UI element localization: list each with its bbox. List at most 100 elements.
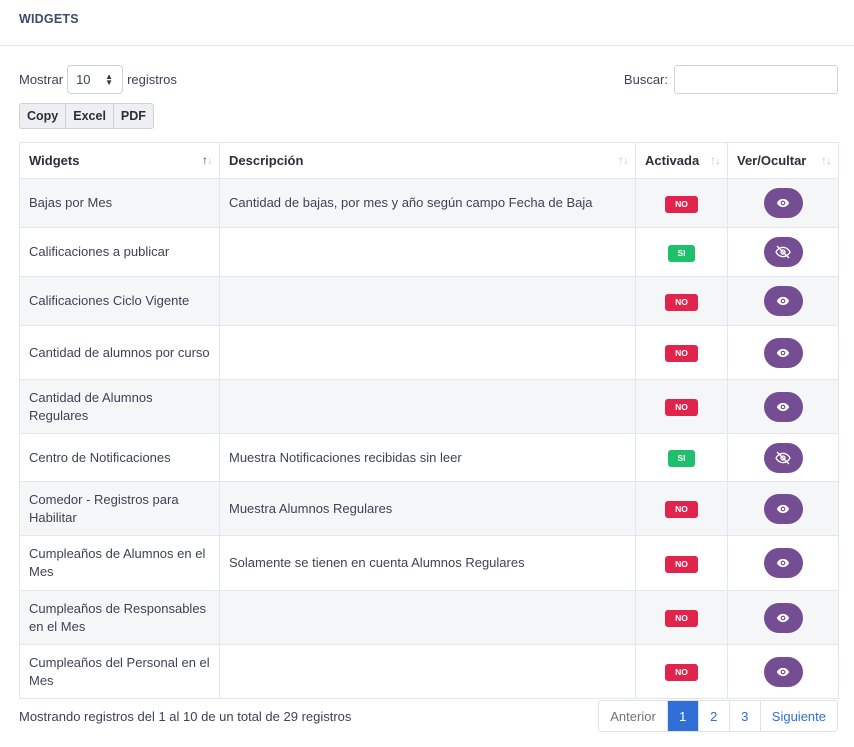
table-row: Cumpleaños del Personal en el Mes NO [19, 644, 839, 699]
ver-ocultar-cell [727, 227, 839, 277]
ver-ocultar-cell [727, 433, 839, 482]
pagination: Anterior 1 2 3 Siguiente [598, 700, 838, 732]
toggle-visibility-button[interactable] [763, 286, 803, 316]
status-badge: NO [665, 345, 698, 362]
widget-name-cell: Cumpleaños de Alumnos en el Mes [19, 535, 220, 591]
length-prefix: Mostrar [19, 72, 64, 87]
toggle-visibility-button[interactable] [763, 602, 803, 633]
status-badge: NO [665, 555, 698, 573]
eye-icon [776, 665, 790, 679]
column-header-label: Widgets [29, 153, 80, 168]
table-row: Cantidad de alumnos por curso NO [19, 325, 839, 380]
sort-icon: ↑↓ [618, 153, 629, 167]
toggle-visibility-button[interactable] [763, 493, 803, 524]
page-title: WIDGETS [19, 12, 79, 26]
column-header-widgets[interactable]: Widgets ↑↓ [19, 142, 220, 179]
toggle-visibility-button[interactable] [763, 548, 803, 578]
export-buttons: Copy Excel PDF [19, 103, 154, 129]
previous-page-button[interactable]: Anterior [599, 701, 667, 731]
eye-slash-icon [775, 450, 791, 466]
page-length-value: 10 [76, 72, 91, 87]
widget-name-cell: Cantidad de Alumnos Regulares [19, 379, 220, 434]
ver-ocultar-cell [727, 276, 839, 326]
status-badge: SI [668, 450, 695, 467]
next-page-button[interactable]: Siguiente [759, 701, 837, 731]
status-badge: NO [665, 399, 698, 416]
table-row: Cumpleaños de Alumnos en el Mes Solamente… [19, 535, 839, 591]
widget-description-cell: Muestra Alumnos Regulares [219, 481, 636, 536]
table-row: Bajas por Mes Cantidad de bajas, por mes … [19, 178, 839, 228]
widget-name-cell: Calificaciones a publicar [19, 227, 220, 277]
table-row: Calificaciones a publicar SI [19, 227, 839, 277]
widget-description-cell [219, 590, 636, 645]
activada-cell: NO [635, 535, 728, 591]
copy-button[interactable]: Copy [19, 103, 67, 129]
column-header-ver-ocultar[interactable]: Ver/Ocultar ↑↓ [727, 142, 839, 179]
eye-icon [776, 346, 790, 360]
widget-name-cell: Cumpleaños del Personal en el Mes [19, 644, 220, 699]
toggle-visibility-button[interactable] [763, 442, 803, 473]
widget-description-cell [219, 276, 636, 326]
widgets-table: Widgets ↑↓ Descripción ↑↓ Activada ↑↓ Ver/O… [19, 142, 839, 699]
column-header-label: Activada [645, 153, 700, 168]
length-suffix: registros [127, 72, 177, 87]
ver-ocultar-cell [727, 379, 839, 434]
table-row: Centro de Notificaciones Muestra Notifica… [19, 433, 839, 482]
table-controls: Mostrar 10 ▲ ▼ registros Buscar: [19, 65, 838, 95]
toggle-visibility-button[interactable] [763, 656, 803, 687]
activada-cell: NO [635, 276, 728, 326]
eye-icon [776, 400, 790, 414]
ver-ocultar-cell [727, 481, 839, 536]
widget-description-cell [219, 644, 636, 699]
eye-icon [776, 502, 790, 516]
column-header-activada[interactable]: Activada ↑↓ [635, 142, 728, 179]
page-button-2[interactable]: 2 [697, 701, 729, 731]
eye-icon [776, 556, 790, 570]
pdf-button[interactable]: PDF [112, 103, 154, 129]
page-length-select[interactable]: 10 ▲ ▼ [67, 65, 124, 94]
widget-name-cell: Calificaciones Ciclo Vigente [19, 276, 220, 326]
search-input[interactable] [674, 65, 838, 94]
status-badge: NO [665, 664, 698, 681]
column-header-label: Descripción [229, 153, 304, 168]
search-control: Buscar: [624, 65, 838, 94]
column-header-descripcion[interactable]: Descripción ↑↓ [219, 142, 636, 179]
widget-name-cell: Cantidad de alumnos por curso [19, 325, 220, 380]
activada-cell: NO [635, 481, 728, 536]
ver-ocultar-cell [727, 535, 839, 591]
page-button-3[interactable]: 3 [728, 701, 760, 731]
eye-slash-icon [775, 244, 791, 260]
widget-description-cell: Cantidad de bajas, por mes y año según c… [219, 178, 636, 228]
widget-description-cell [219, 379, 636, 434]
table-row: Calificaciones Ciclo Vigente NO [19, 276, 839, 326]
activada-cell: SI [635, 227, 728, 277]
excel-button[interactable]: Excel [65, 103, 114, 129]
table-row: Cumpleaños de Responsables en el Mes NO [19, 590, 839, 645]
widget-description-cell: Solamente se tienen en cuenta Alumnos Re… [219, 535, 636, 591]
widget-name-cell: Cumpleaños de Responsables en el Mes [19, 590, 220, 645]
toggle-visibility-button[interactable] [763, 391, 803, 422]
sort-icon: ↑↓ [710, 153, 721, 167]
page-button-1[interactable]: 1 [666, 701, 698, 731]
select-arrows-icon: ▲ ▼ [105, 71, 114, 87]
widget-name-cell: Comedor - Registros para Habilitar [19, 481, 220, 536]
toggle-visibility-button[interactable] [763, 337, 803, 368]
search-label: Buscar: [623, 72, 668, 87]
ver-ocultar-cell [727, 644, 839, 699]
activada-cell: NO [635, 325, 728, 380]
widget-name-cell: Bajas por Mes [19, 178, 220, 228]
activada-cell: SI [635, 433, 728, 482]
toggle-visibility-button[interactable] [763, 237, 803, 267]
status-badge: NO [665, 195, 698, 213]
widget-name-cell: Centro de Notificaciones [19, 433, 220, 482]
widget-description-cell [219, 325, 636, 380]
table-row: Cantidad de Alumnos Regulares NO [19, 379, 839, 434]
activada-cell: NO [635, 644, 728, 699]
activada-cell: NO [635, 590, 728, 645]
status-badge: NO [665, 293, 698, 311]
status-badge: SI [668, 244, 695, 262]
column-header-label: Ver/Ocultar [737, 153, 807, 168]
table-info: Mostrando registros del 1 al 10 de un to… [19, 709, 352, 724]
ver-ocultar-cell [727, 325, 839, 380]
toggle-visibility-button[interactable] [763, 188, 803, 218]
